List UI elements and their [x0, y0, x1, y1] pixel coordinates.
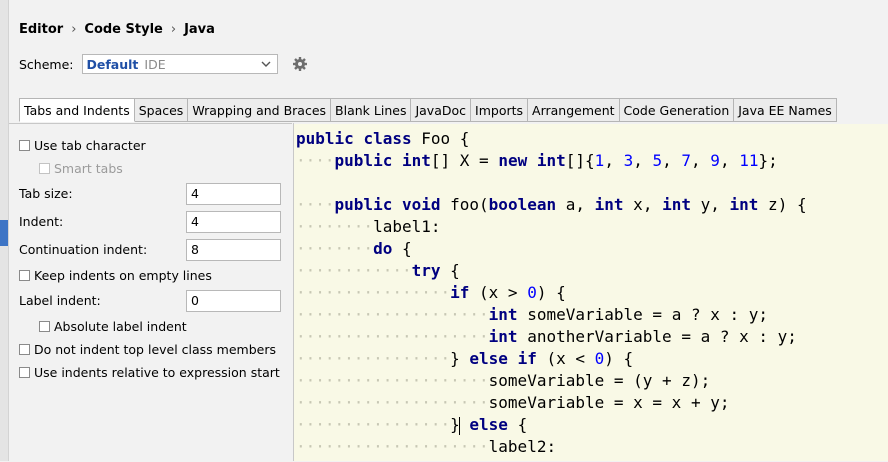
code-line: ················} else if (x < 0) {	[296, 349, 634, 368]
indents-relative-expr-option[interactable]: Use indents relative to expression start	[19, 365, 280, 380]
chevron-down-icon	[261, 61, 270, 67]
code-line: ········do {	[296, 239, 412, 258]
chevron-right-icon: ›	[170, 21, 177, 37]
chevron-right-icon: ›	[71, 21, 77, 37]
tab-tabs-and-indents[interactable]: Tabs and Indents	[19, 98, 135, 122]
smart-tabs-label: Smart tabs	[54, 161, 123, 176]
use-tab-character-option[interactable]: Use tab character	[19, 138, 146, 153]
keep-indents-empty-checkbox[interactable]	[19, 270, 30, 281]
scheme-name: Default	[86, 56, 139, 72]
breadcrumb-java[interactable]: Java	[184, 22, 215, 37]
gear-icon[interactable]	[292, 56, 308, 72]
breadcrumb: Editor › Code Style › Java	[19, 20, 215, 38]
tab-spaces[interactable]: Spaces	[134, 98, 189, 122]
code-line: ····················someVariable = x = x…	[296, 393, 730, 412]
tab-size-input[interactable]: 4	[186, 183, 281, 205]
smart-tabs-option: Smart tabs	[39, 161, 123, 176]
code-line: ····public void foo(boolean a, int x, in…	[296, 195, 807, 214]
absolute-label-indent-option[interactable]: Absolute label indent	[39, 319, 187, 334]
indent-label: Indent:	[19, 214, 64, 229]
left-nav-strip	[0, 0, 9, 461]
absolute-label-indent-label: Absolute label indent	[54, 319, 187, 334]
breadcrumb-code-style[interactable]: Code Style	[84, 22, 162, 37]
use-tab-character-label: Use tab character	[34, 138, 146, 153]
breadcrumb-editor[interactable]: Editor	[19, 22, 63, 37]
tab-size-label: Tab size:	[19, 186, 73, 201]
no-indent-top-level-option[interactable]: Do not indent top level class members	[19, 342, 276, 357]
code-line: ····················label2:	[296, 437, 557, 456]
text-caret	[458, 416, 460, 435]
code-line: ················} else {	[296, 415, 528, 435]
tab-wrapping-and-braces[interactable]: Wrapping and Braces	[188, 98, 332, 122]
code-line: public class Foo {	[296, 129, 470, 148]
tab-arrangement[interactable]: Arrangement	[528, 98, 620, 122]
code-line: ················if (x > 0) {	[296, 283, 566, 302]
indents-relative-expr-checkbox[interactable]	[19, 367, 30, 378]
code-line: ············try {	[296, 261, 460, 280]
code-line: ····················someVariable = (y + …	[296, 371, 711, 390]
label-indent-label: Label indent:	[19, 293, 101, 308]
code-line: ····················int someVariable = a…	[296, 305, 769, 324]
no-indent-top-level-checkbox[interactable]	[19, 344, 30, 355]
code-line: ········label1:	[296, 217, 441, 236]
code-line: ····················int anotherVariable …	[296, 327, 797, 346]
indents-relative-expr-label: Use indents relative to expression start	[34, 365, 280, 380]
keep-indents-empty-option[interactable]: Keep indents on empty lines	[19, 268, 212, 283]
absolute-label-indent-checkbox[interactable]	[39, 321, 50, 332]
no-indent-top-level-label: Do not indent top level class members	[34, 342, 276, 357]
tab-bar: Tabs and Indents Spaces Wrapping and Bra…	[19, 98, 837, 122]
continuation-indent-label: Continuation indent:	[19, 242, 148, 257]
tab-imports[interactable]: Imports	[471, 98, 529, 122]
use-tab-character-checkbox[interactable]	[19, 140, 30, 151]
scheme-dropdown[interactable]: Default IDE	[81, 54, 278, 74]
keep-indents-empty-label: Keep indents on empty lines	[34, 268, 212, 283]
code-line: ····public int[] X = new int[]{1, 3, 5, …	[296, 151, 778, 170]
label-indent-input[interactable]: 0	[186, 290, 281, 312]
scheme-kind: IDE	[144, 56, 166, 72]
continuation-indent-input[interactable]: 8	[186, 239, 281, 261]
tab-javadoc[interactable]: JavaDoc	[411, 98, 472, 122]
tab-code-generation[interactable]: Code Generation	[619, 98, 735, 122]
tab-blank-lines[interactable]: Blank Lines	[331, 98, 412, 122]
nav-selection-marker	[0, 220, 8, 246]
indent-input[interactable]: 4	[186, 211, 281, 233]
smart-tabs-checkbox	[39, 163, 50, 174]
code-preview-editor[interactable]: public class Foo { ····public int[] X = n…	[294, 124, 888, 461]
tab-java-ee-names[interactable]: Java EE Names	[734, 98, 837, 122]
scheme-label: Scheme:	[19, 56, 74, 72]
scheme-row: Scheme: Default IDE	[19, 52, 308, 76]
